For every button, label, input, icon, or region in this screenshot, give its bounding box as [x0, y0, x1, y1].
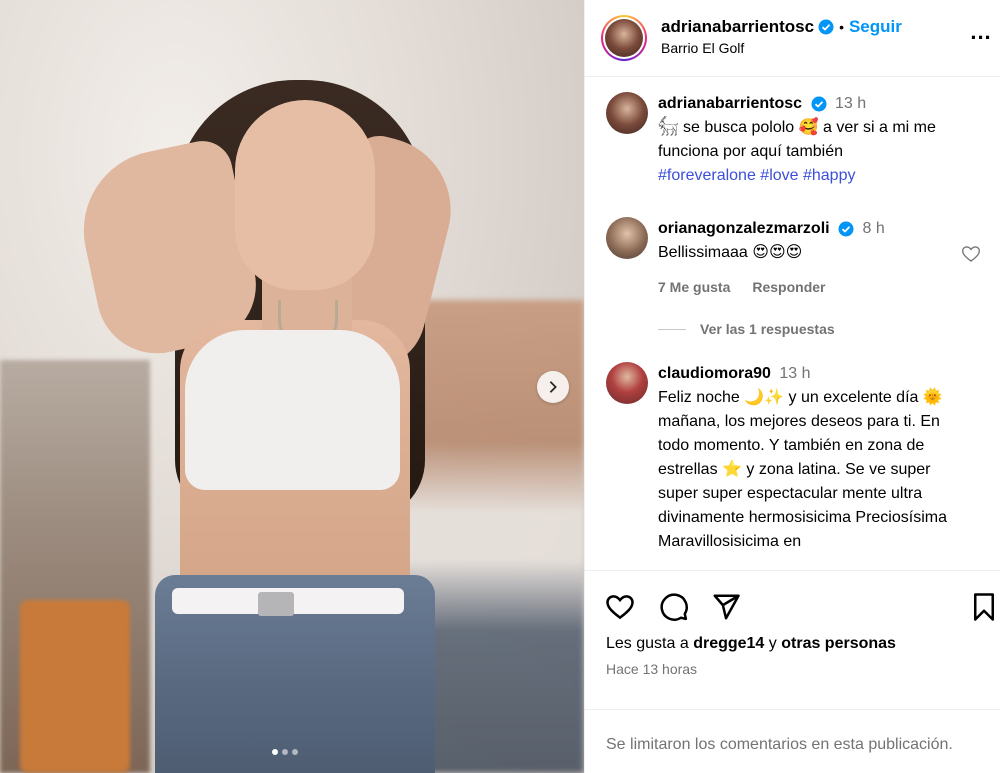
carousel-next-button[interactable]: [537, 371, 569, 403]
comment-body: claudiomora90 13 h Feliz noche 🌙✨ y un e…: [658, 362, 948, 554]
caption-comment: adrianabarrientosc 13 h 𓃶 se busca polol…: [585, 92, 1000, 202]
bookmark-icon[interactable]: [969, 592, 999, 622]
like-heart-icon[interactable]: [605, 592, 635, 622]
more-icon: ...: [970, 19, 992, 44]
reply-button[interactable]: Responder: [752, 279, 825, 295]
likes-user[interactable]: dregge14: [693, 635, 764, 652]
comment-icon[interactable]: [659, 592, 689, 622]
post-header: adrianabarrientosc • Seguir Barrio El Go…: [585, 0, 1000, 77]
carousel-dot: [282, 749, 288, 755]
comment-time: 8 h: [862, 220, 885, 237]
comment-time: 13 h: [779, 365, 811, 382]
verified-badge-icon: [818, 19, 834, 35]
likes-others[interactable]: otras personas: [781, 635, 896, 652]
post-location[interactable]: Barrio El Golf: [661, 40, 744, 56]
view-replies-label: Ver las 1 respuestas: [700, 321, 835, 337]
view-replies-button[interactable]: Ver las 1 respuestas: [658, 321, 835, 337]
verified-badge-icon: [811, 96, 827, 112]
carousel-indicator: [272, 749, 298, 755]
comments-limited-notice: Se limitaron los comentarios en esta pub…: [585, 709, 1000, 773]
more-options-button[interactable]: ...: [969, 20, 993, 44]
avatar[interactable]: [606, 362, 648, 404]
comment-body: orianagonzalezmarzoli 8 h Bellissimaaa 😍…: [658, 217, 958, 265]
comment-likes[interactable]: 7 Me gusta: [658, 279, 730, 295]
comment-text: Bellissimaaa 😍😍😍: [658, 244, 803, 261]
carousel-dot: [292, 749, 298, 755]
heart-icon[interactable]: [961, 244, 981, 264]
share-icon[interactable]: [711, 592, 741, 622]
comment-username[interactable]: adrianabarrientosc: [658, 95, 802, 112]
verified-badge-icon: [838, 221, 854, 237]
comment-item: claudiomora90 13 h Feliz noche 🌙✨ y un e…: [585, 362, 1000, 570]
comment-username[interactable]: orianagonzalezmarzoli: [658, 220, 830, 237]
replies-divider: [658, 328, 686, 330]
caption-hashtags[interactable]: #foreveralone #love #happy: [658, 164, 958, 188]
author-avatar[interactable]: [601, 15, 647, 61]
post-details-panel: adrianabarrientosc • Seguir Barrio El Go…: [584, 0, 1000, 773]
photo-background-object: [20, 600, 130, 773]
comment-time: 13 h: [834, 95, 867, 112]
avatar: [605, 19, 643, 57]
comment-body: adrianabarrientosc 13 h 𓃶 se busca polol…: [658, 92, 958, 188]
comments-list[interactable]: adrianabarrientosc 13 h 𓃶 se busca polol…: [585, 78, 1000, 570]
photo-crop-top: [185, 330, 400, 490]
comments-limited-text: Se limitaron los comentarios en esta pub…: [606, 736, 953, 753]
avatar[interactable]: [606, 92, 648, 134]
post-timestamp[interactable]: Hace 13 horas: [606, 661, 697, 677]
comment-meta: 7 Me gusta Responder: [658, 279, 825, 295]
header-author-row: adrianabarrientosc • Seguir: [661, 17, 902, 37]
photo-face: [235, 100, 375, 290]
likes-conjunction: y: [768, 635, 777, 652]
carousel-dot: [272, 749, 278, 755]
follow-button[interactable]: Seguir: [849, 17, 902, 37]
caption-text: 𓃶 se busca pololo 🥰 a ver si a mi me fun…: [658, 119, 936, 160]
avatar[interactable]: [606, 217, 648, 259]
likes-prefix: Les gusta a: [606, 635, 689, 652]
author-username[interactable]: adrianabarrientosc: [661, 17, 814, 37]
comment-text: Feliz noche 🌙✨ y un excelente día 🌞 maña…: [658, 389, 947, 550]
comment-username[interactable]: claudiomora90: [658, 365, 771, 382]
likes-summary[interactable]: Les gusta a dregge14 y otras personas: [606, 635, 896, 653]
comment-item: orianagonzalezmarzoli 8 h Bellissimaaa 😍…: [585, 217, 1000, 337]
separator-dot: •: [839, 19, 844, 35]
photo-belt-buckle: [258, 592, 294, 616]
chevron-right-icon: [549, 381, 557, 393]
post-photo[interactable]: [0, 0, 584, 773]
